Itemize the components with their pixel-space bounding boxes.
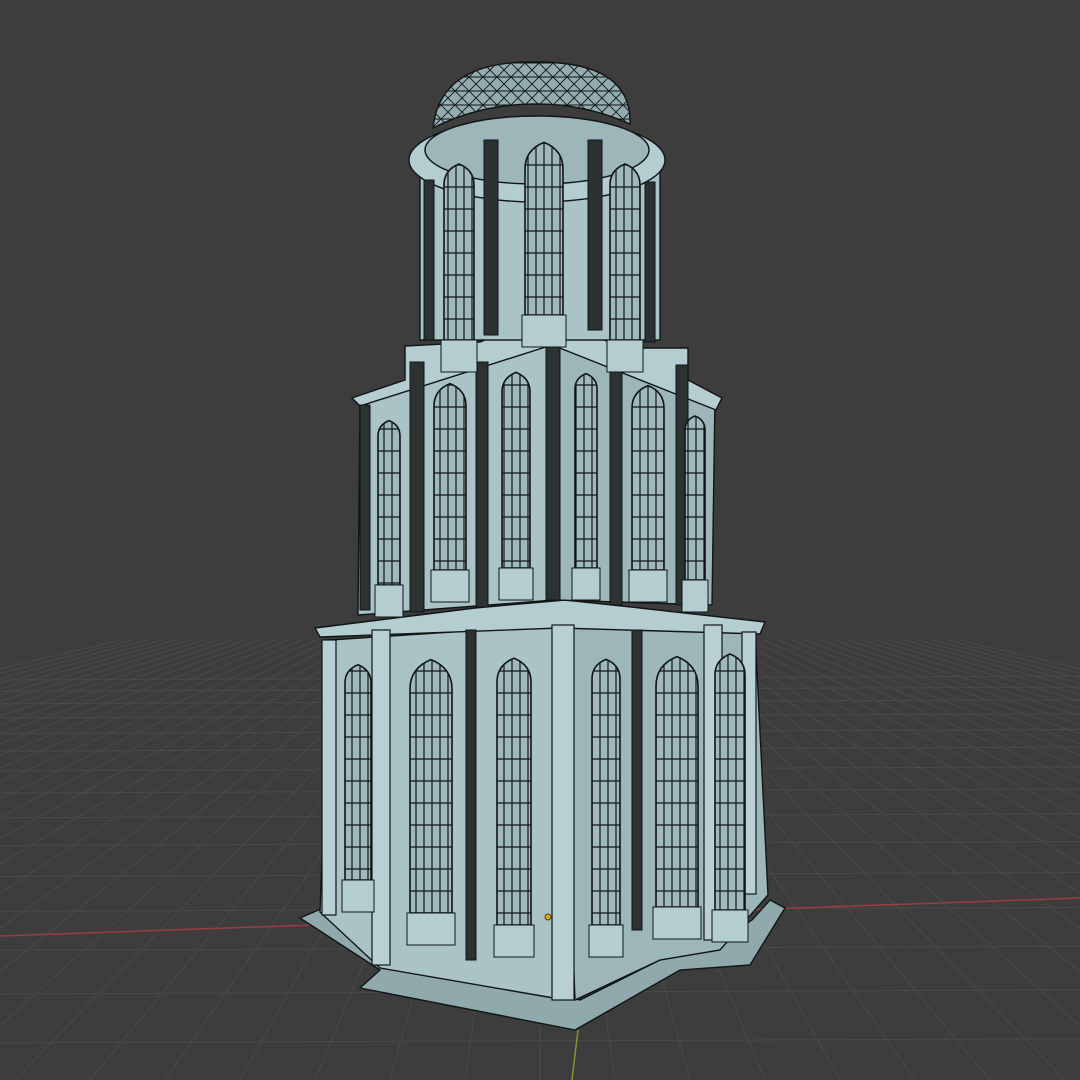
grid-line (819, 639, 1080, 735)
window-sill (430, 569, 470, 603)
lower-window (409, 658, 453, 914)
grid-line (0, 639, 317, 784)
middle-window (631, 384, 665, 571)
window-sill (406, 912, 456, 946)
middle-window (501, 371, 531, 569)
window-sill (440, 339, 478, 373)
middle-window (377, 419, 401, 586)
lower-window (591, 658, 621, 926)
lower-window (496, 657, 532, 926)
light-column (321, 639, 337, 916)
window-sill (498, 567, 534, 601)
origin-marker[interactable] (544, 913, 552, 921)
3d-viewport[interactable] (0, 0, 1080, 1080)
grid-line (763, 639, 1080, 784)
dark-pilaster (631, 629, 643, 931)
grid-line (0, 639, 149, 679)
window-sill (606, 339, 644, 373)
grid-line (0, 639, 219, 709)
window-sill (628, 569, 668, 603)
y-axis-line (571, 1029, 579, 1080)
grid-line (917, 639, 1080, 684)
dark-pilaster (483, 139, 499, 336)
light-column (551, 624, 575, 1001)
light-column (371, 629, 391, 966)
grid-line (791, 639, 1080, 756)
grid-line (903, 639, 1080, 690)
window-sill (588, 924, 624, 958)
window-sill (374, 584, 404, 618)
grid-line (0, 639, 289, 756)
dark-pilaster (359, 404, 371, 611)
grid-line (0, 639, 261, 735)
grid-line (777, 639, 1080, 769)
dark-pilaster (475, 361, 489, 608)
grid-line (861, 639, 1080, 709)
dark-pilaster (644, 181, 656, 343)
window-sill (652, 906, 702, 940)
middle-window (433, 382, 467, 571)
window-sill (341, 879, 375, 913)
dark-pilaster (409, 361, 425, 613)
dark-pilaster (587, 139, 603, 331)
grid-line (847, 639, 1080, 717)
drum-window (524, 141, 564, 316)
lower-window (714, 653, 746, 911)
lower-window (655, 655, 699, 908)
dark-pilaster (465, 629, 477, 961)
grid-line (959, 639, 1080, 670)
grid-line (0, 639, 331, 800)
grid-line (749, 639, 1080, 800)
grid-line (735, 639, 1080, 818)
viewport-scene[interactable] (0, 0, 1080, 1080)
grid-line (0, 639, 163, 684)
grid-line (0, 639, 233, 717)
grid-line (0, 639, 303, 769)
lower-window (344, 663, 372, 881)
grid-line (805, 639, 1080, 745)
drum-window (609, 163, 641, 341)
grid-line (931, 639, 1080, 679)
grid-line (0, 639, 275, 745)
dark-pilaster (609, 359, 623, 606)
middle-window (574, 372, 598, 569)
window-sill (521, 314, 567, 348)
window-sill (493, 924, 535, 958)
grid-line (0, 639, 177, 690)
window-sill (571, 567, 601, 601)
gothic-tower-model[interactable] (298, 61, 786, 1031)
grid-line (0, 639, 121, 670)
grid-line (0, 639, 373, 865)
window-sill (711, 909, 749, 943)
grid-line (945, 639, 1080, 674)
drum-window (443, 163, 475, 341)
dark-pilaster (423, 179, 435, 341)
dark-pilaster (545, 334, 561, 601)
grid-line (0, 639, 135, 674)
window-sill (681, 579, 709, 613)
grid-line (0, 639, 345, 818)
middle-window (684, 415, 706, 581)
